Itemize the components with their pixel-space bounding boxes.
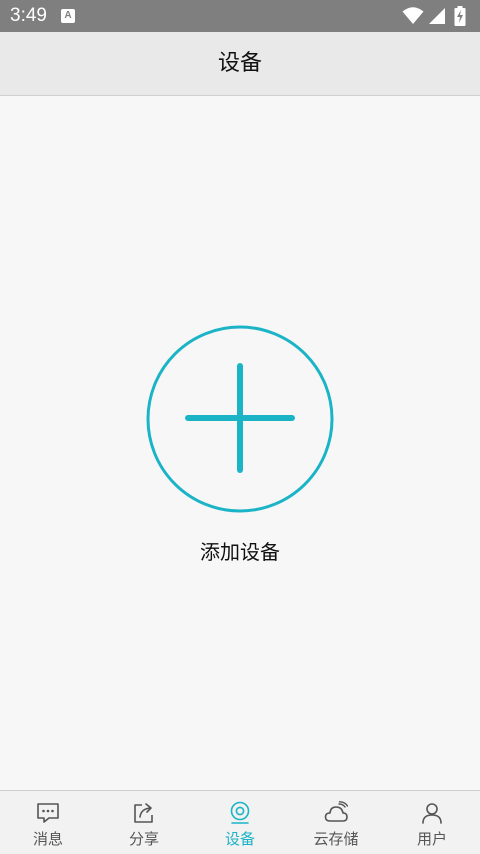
main-area: 添加设备 [0,96,480,790]
tab-messages[interactable]: 消息 [0,791,96,854]
signal-icon [429,8,445,24]
camera-icon [230,801,250,824]
app-header: 设备 [0,32,480,96]
bottom-tab-bar: 消息 分享 设备 云存储 用户 [0,790,480,854]
tab-user[interactable]: 用户 [384,791,480,854]
cloud-icon [324,801,348,822]
user-icon [422,803,442,824]
tab-label: 云存储 [313,830,359,848]
tab-devices[interactable]: 设备 [192,791,288,854]
status-time: 3:49 [10,5,47,26]
message-icon [37,803,59,823]
wifi-icon [402,7,424,24]
tab-share[interactable]: 分享 [96,791,192,854]
a-notification-icon: A [61,9,75,23]
tab-label: 设备 [224,830,255,848]
add-device-label[interactable]: 添加设备 [0,539,480,565]
tab-label: 用户 [416,830,447,848]
battery-charging-icon [454,6,466,26]
tab-cloud-storage[interactable]: 云存储 [288,791,384,854]
plus-circle-icon [146,325,334,513]
status-icons [402,6,472,26]
tab-label: 消息 [32,830,63,848]
page-title: 设备 [217,51,262,76]
status-bar: 3:49 A [0,0,480,32]
share-icon [134,803,153,823]
add-device-button[interactable] [146,325,334,513]
tab-label: 分享 [128,830,159,848]
